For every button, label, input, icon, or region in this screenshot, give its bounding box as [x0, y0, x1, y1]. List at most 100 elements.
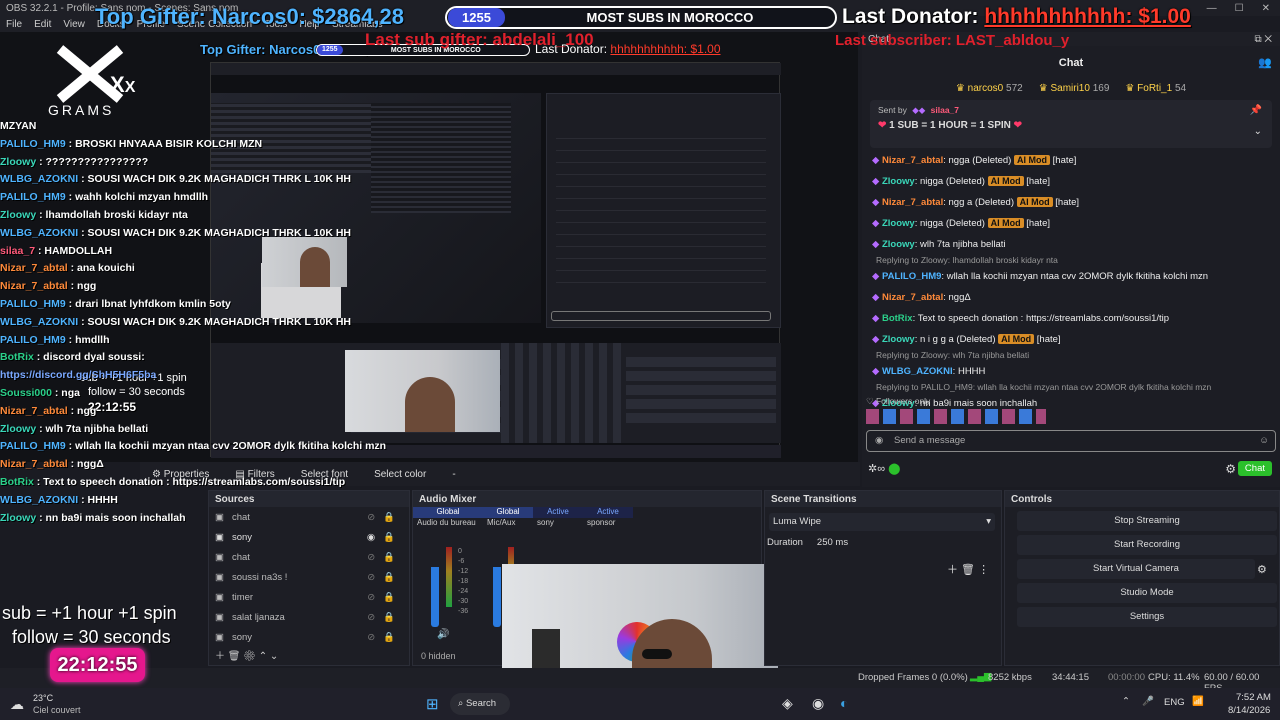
app-icon-1[interactable]: ◈	[782, 695, 793, 712]
trash-icon[interactable]: 🗑	[228, 651, 241, 662]
virtual-camera-gear-icon[interactable]: ⚙	[1257, 563, 1267, 576]
chat-username[interactable]: Zloowy	[882, 176, 915, 187]
lock-icon[interactable]: 🔒	[383, 532, 395, 543]
chat-message[interactable]: ◆ Zloowy: nigga (Deleted) AI Mod [hate]	[862, 171, 1280, 192]
chat-message[interactable]: ◆ Zloowy: wlh 7ta njibha bellati	[862, 234, 1280, 255]
transition-tools[interactable]: ＋ 🗑 ⋮	[947, 561, 989, 577]
source-item[interactable]: ▣ sony ◉ 🔒	[209, 527, 409, 547]
channel-mic-aux[interactable]: Mic/Aux	[483, 518, 533, 531]
clock-time[interactable]: 7:52 AM	[1236, 692, 1271, 703]
chat-input[interactable]: ◉ Send a message ☺	[866, 430, 1276, 452]
mixer-tab-global-2[interactable]: Global	[483, 507, 533, 518]
add-icon[interactable]: ＋	[215, 651, 225, 662]
mixer-tab-active-2[interactable]: Active	[583, 507, 633, 518]
source-item[interactable]: ▣ salat ljanaza ⊘ 🔒	[209, 607, 409, 627]
source-item[interactable]: ▣ sony ⊘ 🔒	[209, 627, 409, 647]
gear-icon[interactable]: ⚙	[243, 651, 256, 662]
minimize-icon[interactable]: —	[1207, 3, 1217, 14]
green-badge-icon[interactable]: ⬤	[888, 463, 900, 475]
chat-username[interactable]: Zloowy	[882, 239, 915, 250]
start-recording-button[interactable]: Start Recording	[1017, 535, 1277, 555]
settings-button[interactable]: Settings	[1017, 607, 1277, 627]
duration-value[interactable]: 250 ms	[817, 537, 848, 548]
chat-username[interactable]: Nizar_7_abtal	[882, 197, 943, 208]
volume-slider-mic[interactable]	[493, 547, 501, 627]
source-item[interactable]: ▣ chat ⊘ 🔒	[209, 547, 409, 567]
chevron-down-icon[interactable]: ⌄	[1254, 126, 1262, 137]
transition-select[interactable]: Luma Wipe ▾	[769, 513, 995, 531]
tray-chevron-icon[interactable]: ⌃	[1122, 696, 1130, 707]
eye-off-icon[interactable]: ⊘	[367, 592, 375, 603]
lock-icon[interactable]: 🔒	[383, 592, 395, 603]
channel-desktop-audio[interactable]: Audio du bureau	[413, 518, 483, 531]
start-virtual-camera-button[interactable]: Start Virtual Camera	[1017, 559, 1255, 579]
wifi-icon[interactable]: 📶	[1192, 696, 1204, 707]
channel-sony[interactable]: sony	[533, 518, 583, 531]
chat-message[interactable]: ◆ Nizar_7_abtal: ngg a (Deleted) AI Mod …	[862, 192, 1280, 213]
chat-username[interactable]: WLBG_AZOKNI	[882, 366, 953, 377]
chat-message[interactable]: ◆ WLBG_AZOKNI: HHHH	[862, 361, 1280, 382]
chat-message[interactable]: ◆ PALILO_HM9: wllah lla kochii mzyan nta…	[862, 266, 1280, 287]
gear-icon[interactable]: ⚙	[1225, 462, 1236, 476]
chat-message[interactable]: ◆ Nizar_7_abtal: ngga (Deleted) AI Mod […	[862, 150, 1280, 171]
eye-off-icon[interactable]: ⊘	[367, 552, 375, 563]
user-list-icon[interactable]: 👥	[1258, 56, 1272, 69]
eye-off-icon[interactable]: ⊘	[367, 632, 375, 643]
chat-username[interactable]: Nizar_7_abtal	[882, 155, 943, 166]
chat-username[interactable]: PALILO_HM9	[882, 271, 941, 282]
leaderboard-entry[interactable]: ♛ FoRti_1 54	[1125, 83, 1186, 94]
chat-message[interactable]: ◆ Nizar_7_abtal: nggΔ	[862, 287, 1280, 308]
eye-off-icon[interactable]: ⊘	[367, 612, 375, 623]
chat-username[interactable]: Zloowy	[882, 334, 915, 345]
chat-message[interactable]: ◆ Zloowy: nigga (Deleted) AI Mod [hate]	[862, 213, 1280, 234]
chat-bottom-icons[interactable]: ✲∞ ⬤	[868, 462, 900, 475]
down-icon[interactable]: ⌄	[270, 651, 278, 662]
chat-send-button[interactable]: Chat	[1237, 461, 1272, 476]
volume-slider-desktop[interactable]	[431, 547, 439, 627]
lock-icon[interactable]: 🔒	[383, 612, 395, 623]
pinned-message[interactable]: Sent by ◆◆ silaa_7 ❤ 1 SUB = 1 HOUR = 1 …	[870, 100, 1272, 148]
chat-message[interactable]: ◆ BotRix: Text to speech donation : http…	[862, 308, 1280, 329]
eye-off-icon[interactable]: ⊘	[367, 572, 375, 583]
pin-icon[interactable]: 📌	[1250, 105, 1262, 116]
lock-icon[interactable]: 🔒	[383, 632, 395, 643]
stop-streaming-button[interactable]: Stop Streaming	[1017, 511, 1277, 531]
source-item[interactable]: ▣ chat ⊘ 🔒	[209, 507, 409, 527]
menu-edit[interactable]: Edit	[34, 19, 51, 30]
obs-icon[interactable]: ◉	[812, 695, 824, 712]
close-icon[interactable]: ✕	[1262, 3, 1270, 14]
mic-icon[interactable]: 🎤	[1142, 696, 1154, 707]
chat-message[interactable]: ◆ Zloowy: n i g g a (Deleted) AI Mod [ha…	[862, 329, 1280, 350]
mixer-tab-active[interactable]: Active	[533, 507, 583, 518]
mixer-tab-global[interactable]: Global	[413, 507, 483, 518]
channel-sponsor[interactable]: sponsor	[583, 518, 633, 531]
chat-username[interactable]: Zloowy	[882, 218, 915, 229]
leaderboard-entry[interactable]: ♛ Samiri10 169	[1039, 83, 1110, 94]
dock-close-icon[interactable]: ⧉ ✕	[1254, 34, 1280, 45]
emote-icon[interactable]: ☺	[1259, 431, 1269, 451]
overlay-chat-text: : lhamdollah broski kidayr nta	[36, 208, 188, 221]
chat-username[interactable]: Nizar_7_abtal	[882, 292, 943, 303]
lock-icon[interactable]: 🔒	[383, 512, 395, 523]
chat-username[interactable]: BotRix	[882, 313, 913, 324]
eye-off-icon[interactable]: ⊘	[367, 512, 375, 523]
edge-icon[interactable]: ◐	[840, 695, 848, 711]
select-color-button[interactable]: Select color	[374, 469, 426, 480]
emote-row[interactable]	[866, 409, 1046, 424]
language[interactable]: ENG	[1164, 697, 1185, 708]
windows-start-icon[interactable]: ⊞	[426, 695, 439, 713]
up-icon[interactable]: ⌃	[259, 651, 267, 662]
lock-icon[interactable]: 🔒	[383, 552, 395, 563]
studio-mode-button[interactable]: Studio Mode	[1017, 583, 1277, 603]
eye-icon[interactable]: ◉	[367, 532, 375, 543]
lock-icon[interactable]: 🔒	[383, 572, 395, 583]
maximize-icon[interactable]: ☐	[1235, 3, 1244, 14]
taskbar-search[interactable]: ⌕ Search	[450, 693, 510, 715]
clock-date[interactable]: 8/14/2026	[1228, 705, 1270, 716]
mute-icon[interactable]: 🔊	[437, 629, 449, 640]
source-item[interactable]: ▣ timer ⊘ 🔒	[209, 587, 409, 607]
menu-file[interactable]: File	[6, 19, 22, 30]
menu-view[interactable]: View	[63, 19, 85, 30]
source-item[interactable]: ▣ soussi na3s ! ⊘ 🔒	[209, 567, 409, 587]
leaderboard-entry[interactable]: ♛ narcos0 572	[956, 83, 1023, 94]
